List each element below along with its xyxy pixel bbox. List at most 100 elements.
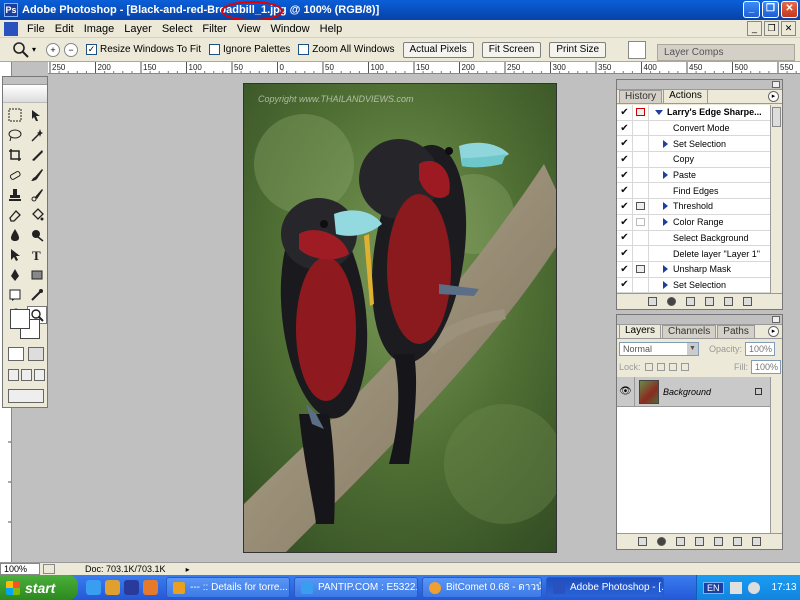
lock-position-icon[interactable] (668, 363, 677, 371)
eyedropper-icon[interactable] (27, 286, 47, 304)
mask-icon[interactable] (676, 537, 685, 546)
paint-bucket-icon[interactable] (27, 206, 47, 224)
doc-minimize-button[interactable]: _ (747, 21, 762, 36)
toggle-item-icon[interactable]: ✔ (617, 246, 633, 261)
adjustment-layer-icon[interactable] (695, 537, 704, 546)
lock-pixels-icon[interactable] (656, 363, 665, 371)
new-action-icon[interactable] (723, 297, 733, 306)
menu-help[interactable]: Help (315, 20, 348, 38)
link-icon[interactable] (638, 537, 647, 546)
dialog-toggle-icon[interactable] (633, 246, 649, 261)
toggle-item-icon[interactable]: ✔ (617, 261, 633, 277)
toggle-item-icon[interactable]: ✔ (617, 120, 633, 136)
stop-icon[interactable] (647, 297, 657, 306)
dialog-toggle-icon[interactable] (633, 152, 649, 167)
layer-style-icon[interactable] (657, 537, 666, 546)
play-icon[interactable] (685, 297, 695, 306)
photoshop-icon[interactable] (124, 580, 139, 595)
photoshop-icon[interactable]: Ps (4, 3, 18, 17)
trash-icon[interactable] (742, 297, 752, 306)
fit-screen-button[interactable]: Fit Screen (481, 41, 542, 58)
action-row[interactable]: ✔ Paste (617, 167, 772, 184)
zoom-all-windows-checkbox[interactable]: Zoom All Windows (298, 44, 395, 55)
document-icon[interactable] (4, 21, 18, 36)
minimize-button[interactable]: _ (743, 1, 760, 18)
tab-history[interactable]: History (619, 90, 663, 103)
dialog-toggle-icon[interactable] (633, 261, 649, 277)
lock-transparency-icon[interactable] (644, 363, 653, 371)
notes-tool-icon[interactable] (5, 286, 25, 304)
tool-preset-dropdown-icon[interactable]: ▾ (32, 45, 36, 54)
feather-icon[interactable] (3, 85, 47, 103)
maximize-button[interactable]: ❐ (762, 1, 779, 18)
action-row[interactable]: ✔ Select Background (617, 230, 772, 247)
chevron-right-icon[interactable] (663, 202, 668, 211)
pen-tool-icon[interactable] (5, 266, 25, 284)
toggle-item-icon[interactable]: ✔ (617, 277, 633, 293)
scroll-thumb[interactable] (772, 107, 781, 127)
full-screen-button[interactable] (34, 369, 45, 381)
task-button-photoshop[interactable]: Adobe Photoshop - [... (546, 577, 664, 598)
jump-to-imageready-icon[interactable] (8, 389, 44, 403)
zoom-in-icon[interactable]: + (46, 42, 61, 57)
chevron-down-icon[interactable] (655, 109, 663, 115)
start-button[interactable]: start (0, 575, 78, 600)
dialog-toggle-icon[interactable] (633, 183, 649, 199)
zoom-tool-icon[interactable] (12, 41, 30, 59)
chevron-right-icon[interactable] (663, 265, 668, 274)
toggle-item-icon[interactable]: ✔ (617, 167, 633, 183)
toggle-item-icon[interactable]: ✔ (617, 152, 633, 167)
trash-icon[interactable] (752, 537, 761, 546)
close-button[interactable]: ✕ (781, 1, 798, 18)
tab-actions[interactable]: Actions (663, 89, 708, 103)
toggle-item-icon[interactable]: ✔ (617, 105, 633, 120)
record-icon[interactable] (666, 297, 676, 306)
chevron-right-icon[interactable] (663, 280, 668, 289)
dialog-toggle-icon[interactable] (633, 105, 649, 120)
action-row[interactable]: ✔ Larry's Edge Sharpe... (617, 105, 772, 121)
shape-tool-icon[interactable] (27, 266, 47, 284)
panel-minimize-icon[interactable] (772, 81, 780, 88)
dialog-toggle-icon[interactable] (633, 136, 649, 152)
chevron-right-icon[interactable] (663, 218, 668, 227)
network-icon[interactable] (729, 581, 742, 594)
eye-icon[interactable]: 👁 (617, 377, 635, 406)
type-tool-icon[interactable]: T (27, 246, 47, 264)
actual-pixels-button[interactable]: Actual Pixels (402, 41, 474, 58)
history-brush-icon[interactable] (27, 186, 47, 204)
standard-mode-button[interactable] (8, 347, 24, 361)
action-row[interactable]: ✔ Copy (617, 152, 772, 168)
ignore-palettes-checkbox[interactable]: Ignore Palettes (208, 44, 290, 55)
eraser-tool-icon[interactable] (5, 206, 25, 224)
panel-menu-icon[interactable]: ▸ (768, 91, 779, 102)
chevron-right-icon[interactable] (663, 139, 668, 148)
action-row[interactable]: ✔ Find Edges (617, 183, 772, 200)
chevron-right-icon[interactable]: ▸ (186, 565, 190, 574)
toolbox-title-bar[interactable] (3, 77, 47, 85)
toggle-item-icon[interactable]: ✔ (617, 183, 633, 199)
tab-paths[interactable]: Paths (717, 325, 755, 338)
crop-tool-icon[interactable] (5, 146, 25, 164)
lock-all-icon[interactable] (680, 363, 689, 371)
menu-view[interactable]: View (232, 20, 266, 38)
action-row[interactable]: ✔ Convert Mode (617, 120, 772, 137)
new-group-icon[interactable] (714, 537, 723, 546)
dialog-toggle-icon[interactable] (633, 230, 649, 246)
menu-layer[interactable]: Layer (119, 20, 157, 38)
lasso-tool-icon[interactable] (5, 126, 25, 144)
tab-channels[interactable]: Channels (662, 325, 717, 338)
task-button-pantip[interactable]: PANTIP.COM : E5322... (294, 577, 418, 598)
opacity-input[interactable]: 100% (745, 342, 776, 356)
ie-icon[interactable] (86, 580, 101, 595)
print-size-button[interactable]: Print Size (549, 41, 607, 58)
toggle-item-icon[interactable]: ✔ (617, 214, 633, 230)
folder-icon[interactable] (105, 580, 120, 595)
action-row[interactable]: ✔ Unsharp Mask (617, 261, 772, 278)
dialog-toggle-icon[interactable] (633, 167, 649, 183)
zoom-out-icon[interactable]: − (64, 42, 79, 57)
action-row[interactable]: ✔ Delete layer "Layer 1" (617, 246, 772, 262)
menu-image[interactable]: Image (79, 20, 120, 38)
panel-menu-icon[interactable]: ▸ (768, 326, 779, 337)
new-layer-icon[interactable] (733, 537, 742, 546)
tab-layers[interactable]: Layers (619, 324, 662, 338)
